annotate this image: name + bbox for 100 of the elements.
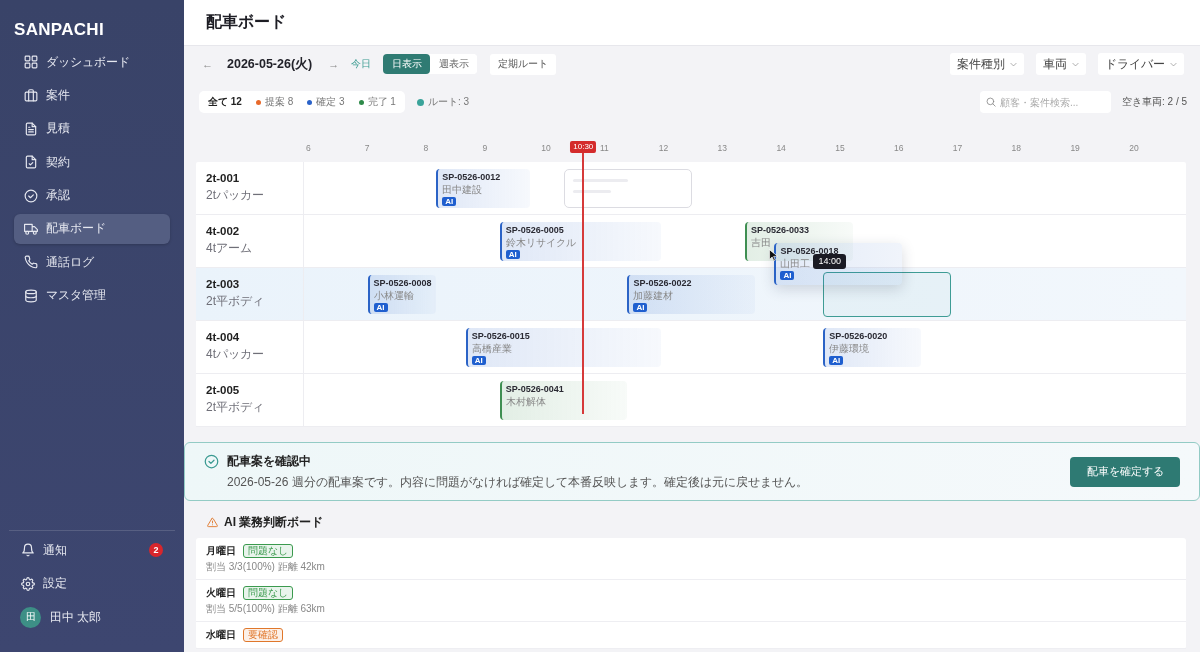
- filter-dropdown[interactable]: ドライバー: [1098, 53, 1184, 75]
- ai-badge: AI: [780, 271, 795, 280]
- hour-label: 12: [657, 143, 669, 153]
- settings-icon: [21, 576, 35, 591]
- cursor-icon: [769, 249, 780, 262]
- search-field[interactable]: 顧客・案件検索...: [980, 91, 1111, 113]
- date-label: 2026-05-26(火): [227, 55, 313, 73]
- day-label: 月曜日: [206, 544, 236, 558]
- vehicle-type: 4tアーム: [206, 240, 253, 257]
- nav-item[interactable]: 通知 2: [9, 535, 175, 565]
- app-logo: SANPACHI: [13, 19, 105, 39]
- hour-label: 20: [1128, 143, 1139, 153]
- nav-item[interactable]: 見積: [14, 113, 170, 144]
- booking-card[interactable]: SP-0526-0022 加藤建材 AI: [627, 275, 755, 314]
- vehicle-type: 2tパッカー: [206, 187, 265, 204]
- time-tooltip: 14:00: [813, 254, 846, 269]
- hour-label: 11: [599, 143, 609, 153]
- banner-title: 配車案を確認中: [227, 452, 312, 470]
- status-tag: 問題なし: [243, 586, 293, 600]
- customer-name: 小林運輸: [373, 290, 414, 302]
- booking-id: SP-0526-0015: [471, 331, 530, 342]
- hour-label: 9: [481, 143, 488, 153]
- nav-item[interactable]: 契約: [14, 147, 170, 178]
- booking-id: SP-0526-0022: [633, 278, 692, 289]
- customer-name: 高橋産業: [471, 343, 512, 355]
- hour-label: 15: [834, 143, 845, 153]
- nav-item[interactable]: 承認: [14, 180, 170, 211]
- day-label: 水曜日: [206, 628, 236, 642]
- customer-name: 鈴木リサイクル: [505, 237, 576, 249]
- current-time-badge: 10:30: [570, 141, 597, 153]
- booking-id: SP-0526-0018: [780, 246, 839, 257]
- user-name: 田中 太郎: [50, 609, 102, 625]
- filter-chip[interactable]: 全て 12: [202, 92, 248, 112]
- previous-day-button[interactable]: ←: [202, 58, 213, 70]
- briefcase-icon: [24, 88, 38, 103]
- hour-label: 18: [1010, 143, 1022, 153]
- ai-badge: AI: [633, 303, 648, 312]
- phone-icon: [24, 255, 38, 270]
- chevron-down-icon: [1072, 60, 1079, 68]
- booking-id: SP-0526-0020: [829, 331, 888, 342]
- customer-name: 木村解体: [505, 396, 546, 408]
- vehicle-type: 2t平ボディ: [206, 399, 265, 416]
- status-tag: 要確認: [243, 628, 283, 642]
- booking-card[interactable]: SP-0526-0012 田中建設 AI: [436, 169, 531, 208]
- hour-label: 7: [363, 143, 370, 153]
- customer-name: 加藤建材: [633, 290, 674, 302]
- nav-item[interactable]: マスタ管理: [14, 280, 170, 311]
- nav-item[interactable]: ダッシュボード: [14, 47, 170, 77]
- vehicle-id: 2t-001: [206, 172, 241, 184]
- booking-card[interactable]: SP-0526-0020 伊藤環境 AI: [823, 328, 922, 367]
- check-circle-icon: [204, 454, 219, 469]
- hour-label: 10: [540, 143, 551, 153]
- warning-icon: [207, 516, 218, 528]
- booking-card[interactable]: SP-0526-0005 鈴木リサイクル AI: [499, 222, 662, 261]
- booking-id: SP-0526-0033: [751, 225, 810, 236]
- database-icon: [24, 288, 38, 303]
- nav-item[interactable]: 配車ボード: [14, 213, 170, 244]
- available-vehicles-count: 空き車両: 2 / 5: [1122, 95, 1187, 109]
- vehicle-type: 4tパッカー: [206, 346, 265, 363]
- filter-chip[interactable]: 完了 1: [352, 92, 402, 112]
- nav-item[interactable]: 設定: [9, 568, 175, 599]
- customer-name: 吉田: [751, 237, 771, 249]
- booking-card[interactable]: SP-0526-0008 小林運輸 AI: [367, 275, 437, 314]
- ai-badge: AI: [442, 197, 457, 206]
- booking-id: SP-0526-0005: [505, 225, 564, 236]
- day-label: 火曜日: [206, 586, 236, 600]
- grid-icon: [24, 55, 38, 69]
- hour-label: 16: [893, 143, 904, 153]
- view-tab[interactable]: 日表示: [383, 54, 431, 74]
- confirm-dispatch-button[interactable]: 配車を確定する: [1070, 456, 1180, 487]
- booking-card[interactable]: SP-0526-0041 木村解体: [499, 381, 628, 420]
- ai-badge: AI: [373, 303, 388, 312]
- status-tag: 問題なし: [243, 544, 293, 558]
- nav-item[interactable]: 案件: [14, 80, 170, 111]
- user-avatar[interactable]: 田: [20, 606, 41, 628]
- filter-chip[interactable]: 提案 8: [249, 92, 300, 112]
- booking-id: SP-0526-0041: [505, 384, 564, 395]
- chevron-down-icon: [1170, 60, 1177, 68]
- regular-routes-button[interactable]: 定期ルート: [490, 53, 557, 75]
- day-summary: 割当 5/5(100%) 距離 63km: [206, 603, 326, 615]
- customer-name: 山田工: [780, 258, 811, 270]
- page-title: 配車ボード: [206, 12, 286, 32]
- customer-name: 伊藤環境: [829, 343, 870, 355]
- filter-chip[interactable]: 確定 3: [301, 92, 351, 112]
- chevron-down-icon: [1010, 60, 1017, 68]
- ai-badge: AI: [471, 356, 486, 365]
- ai-badge: AI: [829, 356, 844, 365]
- hour-label: 17: [951, 143, 963, 153]
- nav-item[interactable]: 通話ログ: [14, 247, 170, 278]
- vehicle-id: 2t-003: [206, 278, 241, 290]
- route-count: ルート: 3: [427, 95, 470, 109]
- filter-dropdown[interactable]: 車両: [1036, 53, 1086, 75]
- filter-dropdown[interactable]: 案件種別: [950, 53, 1024, 75]
- document-icon: [24, 121, 38, 136]
- document-check-icon: [24, 155, 38, 170]
- customer-name: 田中建設: [442, 184, 483, 196]
- truck-icon: [24, 221, 38, 236]
- booking-card[interactable]: SP-0526-0015 高橋産業 AI: [465, 328, 662, 367]
- check-circle-icon: [24, 188, 38, 203]
- vehicle-id: 2t-005: [206, 384, 241, 396]
